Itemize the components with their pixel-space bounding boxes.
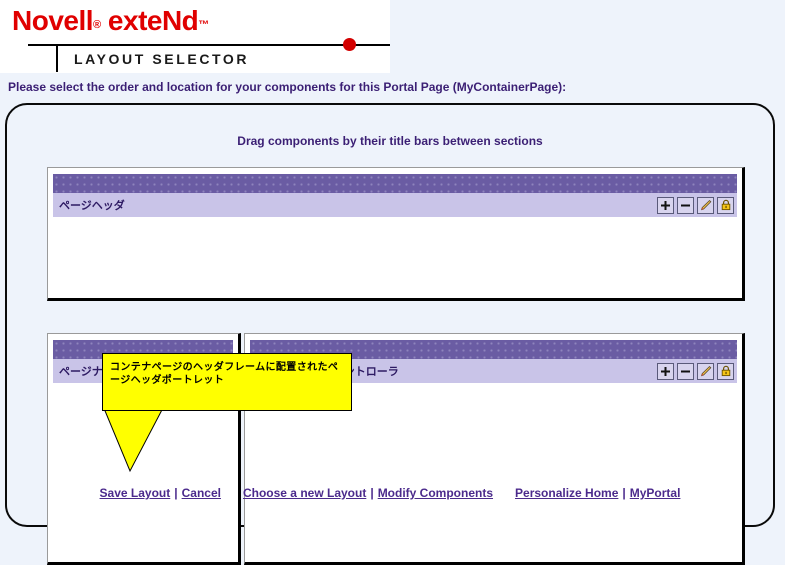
- drag-hint-text: Drag components by their title bars betw…: [237, 134, 543, 148]
- plus-icon: [660, 200, 671, 211]
- plus-button[interactable]: [657, 362, 674, 380]
- lock-button[interactable]: [717, 196, 734, 214]
- edit-pencil-icon: [699, 365, 712, 378]
- brand-header: Novell® exteNd™ LAYOUT SELECTOR: [0, 0, 390, 73]
- instruction-text: Please select the order and location for…: [8, 80, 567, 94]
- modify-components-link[interactable]: Modify Components: [378, 486, 493, 500]
- save-layout-link[interactable]: Save Layout: [100, 486, 171, 500]
- lock-icon: [720, 199, 732, 211]
- novell-extend-logo: Novell® exteNd™: [12, 6, 209, 40]
- plus-icon: [660, 366, 671, 377]
- portlet-page-header[interactable]: ページヘッダ: [53, 174, 737, 217]
- link-separator: |: [174, 486, 178, 500]
- link-separator: |: [622, 486, 626, 500]
- edit-button[interactable]: [697, 196, 714, 214]
- footer-group-2: Choose a new Layout | Modify Components: [243, 486, 493, 500]
- edit-button[interactable]: [697, 362, 714, 380]
- personalize-home-link[interactable]: Personalize Home: [515, 486, 618, 500]
- minus-button[interactable]: [677, 196, 694, 214]
- page-title: LAYOUT SELECTOR: [74, 51, 250, 67]
- header-horizontal-rule: [28, 44, 390, 46]
- choose-new-layout-link[interactable]: Choose a new Layout: [243, 486, 366, 500]
- portlet-title-label: ページヘッダ: [59, 200, 125, 212]
- myportal-link[interactable]: MyPortal: [630, 486, 681, 500]
- callout-text: コンテナページのヘッダフレームに配置されたページヘッダポートレット: [110, 362, 339, 386]
- plus-button[interactable]: [657, 196, 674, 214]
- logo-novell-text: Novell: [12, 5, 94, 36]
- portlet-drag-handle[interactable]: [53, 174, 737, 193]
- layout-selector-panel: Drag components by their title bars betw…: [5, 103, 775, 565]
- footer-group-1: Save Layout | Cancel: [100, 486, 221, 500]
- registered-mark-icon: ®: [93, 19, 101, 31]
- lock-button[interactable]: [717, 362, 734, 380]
- logo-extend-text: exteNd: [107, 5, 199, 36]
- minus-icon: [680, 200, 691, 211]
- callout-tooltip: コンテナページのヘッダフレームに配置されたページヘッダポートレット: [102, 353, 352, 411]
- section-header-area[interactable]: ページヘッダ: [47, 167, 745, 301]
- header-vertical-rule: [56, 46, 58, 72]
- red-dot-icon: [343, 38, 356, 51]
- cancel-link[interactable]: Cancel: [182, 486, 221, 500]
- portlet-titlebar[interactable]: ページヘッダ: [53, 193, 737, 217]
- trademark-mark-icon: ™: [198, 19, 209, 31]
- portlet-button-group: [657, 196, 734, 214]
- footer-group-3: Personalize Home | MyPortal: [515, 486, 680, 500]
- minus-icon: [680, 366, 691, 377]
- edit-pencil-icon: [699, 199, 712, 212]
- portlet-button-group: [657, 362, 734, 380]
- lock-icon: [720, 365, 732, 377]
- footer-link-bar: Save Layout | Cancel Choose a new Layout | M…: [7, 486, 773, 500]
- minus-button[interactable]: [677, 362, 694, 380]
- link-separator: |: [370, 486, 374, 500]
